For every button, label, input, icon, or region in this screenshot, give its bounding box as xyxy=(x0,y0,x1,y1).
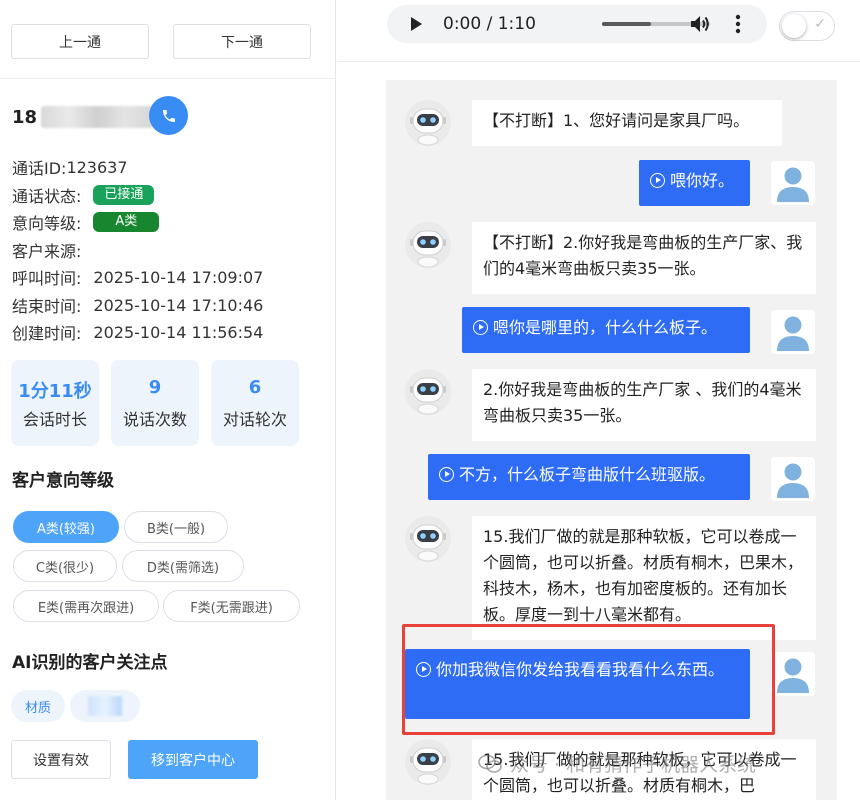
divider xyxy=(337,61,860,62)
call-button[interactable] xyxy=(149,96,188,135)
user-avatar-icon xyxy=(770,309,816,355)
user-message[interactable]: 不方，什么板子弯曲版什么班驱版。 xyxy=(428,454,750,500)
previous-call-button[interactable]: 上一通 xyxy=(11,24,149,59)
stat-rounds-value: 6 xyxy=(248,376,262,398)
call-time-value: 2025-10-14 17:09:07 xyxy=(93,267,264,287)
user-avatar-icon xyxy=(770,160,816,206)
call-status-label: 通话状态: xyxy=(12,187,82,206)
play-icon[interactable] xyxy=(408,16,424,32)
robot-avatar-icon xyxy=(405,369,451,415)
intent-option-b[interactable]: B类(一般) xyxy=(124,511,228,543)
wechat-icon xyxy=(478,754,502,773)
user-message[interactable]: 喂你好。 xyxy=(639,160,750,206)
phone-number-prefix: 18 xyxy=(12,106,38,128)
call-time-row: 呼叫时间: 2025-10-14 17:09:07 xyxy=(12,266,264,289)
stat-duration-label: 会话时长 xyxy=(22,409,87,429)
intent-level-badge: A类 xyxy=(93,212,160,232)
message-text: 【不打断】1、您好请问是家具厂吗。 xyxy=(483,111,750,130)
stat-rounds-label: 对话轮次 xyxy=(222,409,287,429)
stat-speak-count-label: 说话次数 xyxy=(122,409,187,429)
call-time-label: 呼叫时间: xyxy=(12,269,82,288)
end-time-row: 结束时间: 2025-10-14 17:10:46 xyxy=(12,294,264,317)
play-audio-icon[interactable] xyxy=(650,173,665,188)
more-options-icon[interactable] xyxy=(735,14,741,34)
customer-source-label: 客户来源: xyxy=(12,242,82,261)
check-icon: ✓ xyxy=(814,16,826,32)
watermark-text: 众号 · 和有猜作子机器人系统 xyxy=(510,754,757,776)
message-text: 不方，什么板子弯曲版什么班驱版。 xyxy=(459,465,716,484)
phone-number: 18 xyxy=(12,103,154,131)
audio-time: 0:00 / 1:10 xyxy=(443,14,536,34)
intent-option-e[interactable]: E类(需再次跟进) xyxy=(13,590,159,622)
message-text: 嗯你是哪里的，什么什么板子。 xyxy=(493,318,718,337)
stat-speak-count-value: 9 xyxy=(148,376,162,398)
bot-message: 15.我们厂做的就是那种软板，它可以卷成一个圆筒，也可以折叠。材质有桐木，巴果木… xyxy=(472,516,816,640)
stat-duration: 1分11秒 会话时长 xyxy=(11,360,99,446)
audio-player[interactable]: 0:00 / 1:10 xyxy=(387,5,767,43)
audio-progress-fill xyxy=(602,22,651,26)
stat-speak-count: 9 说话次数 xyxy=(111,360,199,446)
user-avatar-icon xyxy=(770,456,816,502)
message-text: 2.你好我是弯曲板的生产厂家 、我们的4毫米弯曲板只卖35一张。 xyxy=(483,380,802,425)
message-text: 【不打断】2.你好我是弯曲板的生产厂家、我们的4毫米弯曲板只卖35一张。 xyxy=(483,233,803,278)
robot-avatar-icon xyxy=(405,100,451,146)
robot-avatar-icon xyxy=(405,222,451,268)
watermark: 众号 · 和有猜作子机器人系统 xyxy=(478,750,756,777)
bot-message: 2.你好我是弯曲板的生产厂家 、我们的4毫米弯曲板只卖35一张。 xyxy=(472,369,816,441)
stat-duration-value: 1分11秒 xyxy=(18,380,92,402)
call-detail-panel: 上一通 下一通 18 通话ID: 123637 通话状态: 已接通 意向等级: A… xyxy=(0,0,336,800)
toggle-knob xyxy=(782,14,806,38)
focus-tag: 材质 xyxy=(11,690,65,722)
highlight-box xyxy=(402,624,775,735)
focus-tag-masked xyxy=(70,690,140,722)
create-time-row: 创建时间: 2025-10-14 11:56:54 xyxy=(12,321,264,344)
user-message[interactable]: 嗯你是哪里的，什么什么板子。 xyxy=(462,307,750,353)
end-time-value: 2025-10-14 17:10:46 xyxy=(93,295,264,315)
user-avatar-icon xyxy=(770,651,816,697)
robot-avatar-icon xyxy=(405,739,451,785)
focus-section-title: AI识别的客户关注点 xyxy=(12,653,168,673)
play-audio-icon[interactable] xyxy=(473,320,488,335)
phone-icon xyxy=(162,109,175,122)
intent-option-f[interactable]: F类(无需跟进) xyxy=(163,590,300,622)
message-text: 喂你好。 xyxy=(670,171,735,190)
call-status-row: 通话状态: 已接通 xyxy=(12,184,155,206)
set-valid-button[interactable]: 设置有效 xyxy=(11,740,111,779)
volume-icon[interactable] xyxy=(690,14,712,34)
bot-message: 【不打断】1、您好请问是家具厂吗。 xyxy=(472,100,782,146)
call-id-label: 通话ID: xyxy=(12,159,67,178)
intent-option-c[interactable]: C类(很少) xyxy=(13,550,117,582)
divider xyxy=(0,78,336,79)
intent-section-title: 客户意向等级 xyxy=(12,471,114,491)
call-status-badge: 已接通 xyxy=(93,185,155,205)
call-id-row: 通话ID: 123637 xyxy=(12,156,128,179)
bot-message: 【不打断】2.你好我是弯曲板的生产厂家、我们的4毫米弯曲板只卖35一张。 xyxy=(472,222,816,294)
customer-source-row: 客户来源: xyxy=(12,239,93,261)
phone-number-masked xyxy=(41,106,154,128)
play-audio-icon[interactable] xyxy=(439,467,454,482)
stat-rounds: 6 对话轮次 xyxy=(211,360,299,446)
end-time-label: 结束时间: xyxy=(12,297,82,316)
toggle-switch[interactable]: ✓ xyxy=(779,11,835,41)
next-call-button[interactable]: 下一通 xyxy=(173,24,311,59)
intent-option-d[interactable]: D类(需筛选) xyxy=(122,550,244,582)
intent-level-row: 意向等级: A类 xyxy=(12,211,160,233)
intent-level-label: 意向等级: xyxy=(12,214,82,233)
create-time-label: 创建时间: xyxy=(12,324,82,343)
call-id-value: 123637 xyxy=(66,157,128,177)
message-text: 15.我们厂做的就是那种软板，它可以卷成一个圆筒，也可以折叠。材质有桐木，巴果木… xyxy=(483,527,804,624)
create-time-value: 2025-10-14 11:56:54 xyxy=(93,322,264,342)
robot-avatar-icon xyxy=(405,516,451,562)
intent-option-a[interactable]: A类(较强) xyxy=(13,511,119,543)
move-to-customer-center-button[interactable]: 移到客户中心 xyxy=(128,740,258,779)
